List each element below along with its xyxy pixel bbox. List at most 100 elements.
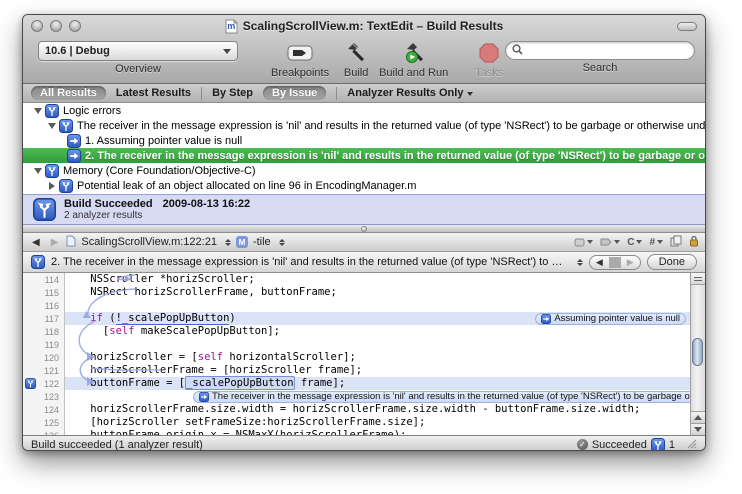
filter-all-results[interactable]: All Results bbox=[31, 86, 106, 100]
tasks-button[interactable]: Tasks bbox=[474, 41, 504, 79]
code-line-120: 120 horizScroller = [self horizontalScro… bbox=[23, 351, 690, 364]
split-view-button[interactable] bbox=[691, 273, 705, 285]
message-stepper-icon[interactable] bbox=[577, 259, 583, 266]
history-back-button[interactable]: ◀ bbox=[29, 237, 43, 248]
desktop-canvas: m ScalingScrollView.m: TextEdit – Build … bbox=[0, 0, 742, 494]
search-field[interactable] bbox=[505, 41, 695, 60]
build-and-run-button[interactable]: Build and Run bbox=[379, 41, 448, 79]
toolbar-toggle-button[interactable] bbox=[677, 22, 697, 31]
scroll-up-button[interactable] bbox=[691, 411, 706, 423]
bookmarks-menu-button[interactable] bbox=[574, 238, 593, 247]
result-step-2-selected[interactable]: 2. The receiver in the message expressio… bbox=[23, 148, 705, 163]
hammer-run-icon bbox=[399, 41, 429, 65]
resize-grip[interactable] bbox=[685, 437, 697, 451]
line-number[interactable]: 115 bbox=[23, 286, 65, 299]
result-issue-receiver-nil[interactable]: The receiver in the message expression i… bbox=[23, 118, 705, 133]
filter-by-step[interactable]: By Step bbox=[212, 87, 253, 99]
line-number[interactable]: 125 bbox=[23, 416, 65, 429]
code-line-115: 115 NSRect horizScrollerFrame, buttonFra… bbox=[23, 286, 690, 299]
scrollbar-thumb[interactable] bbox=[692, 338, 703, 366]
triangle-up-icon bbox=[694, 415, 702, 420]
analyzer-gutter-icon[interactable] bbox=[25, 378, 36, 389]
status-message: Build succeeded (1 analyzer result) bbox=[31, 439, 203, 451]
line-number[interactable]: 118 bbox=[23, 325, 65, 338]
annotation-bubble-assume-null[interactable]: Assuming pointer value is null bbox=[535, 313, 686, 325]
scrollbar-track[interactable] bbox=[691, 285, 706, 411]
file-popup[interactable]: ScalingScrollView.m:122:21 bbox=[81, 236, 217, 248]
filter-analyzer-only[interactable]: Analyzer Results Only bbox=[347, 87, 473, 99]
disclosure-closed-icon[interactable] bbox=[49, 182, 55, 190]
line-number[interactable]: 117 bbox=[23, 312, 65, 325]
analyzer-icon[interactable] bbox=[651, 438, 665, 452]
chevron-down-icon bbox=[657, 240, 663, 244]
result-group-logic-errors[interactable]: Logic errors bbox=[23, 103, 705, 118]
pane-splitter[interactable] bbox=[23, 225, 705, 233]
file-icon bbox=[66, 235, 76, 250]
method-popup[interactable]: -tile bbox=[253, 236, 271, 248]
close-button[interactable] bbox=[31, 20, 43, 32]
toolbar: 10.6 | Debug Overview Breakpoints Build bbox=[23, 37, 705, 83]
history-forward-button[interactable]: ▶ bbox=[48, 237, 62, 248]
step-arrow-icon bbox=[199, 392, 209, 402]
annotation-bubble-receiver-nil[interactable]: The receiver in the message expression i… bbox=[193, 391, 690, 403]
line-number[interactable]: 116 bbox=[23, 299, 65, 312]
search-input[interactable] bbox=[527, 45, 677, 57]
disclosure-open-icon[interactable] bbox=[48, 123, 56, 129]
titlebar[interactable]: m ScalingScrollView.m: TextEdit – Build … bbox=[23, 15, 705, 37]
filter-separator bbox=[201, 87, 202, 100]
build-and-run-label: Build and Run bbox=[379, 67, 448, 79]
marker-menu-button[interactable]: # bbox=[649, 237, 663, 248]
minimize-button[interactable] bbox=[50, 20, 62, 32]
window-title-group: m ScalingScrollView.m: TextEdit – Build … bbox=[23, 19, 705, 34]
editor-vertical-scrollbar bbox=[690, 273, 705, 435]
result-issue-potential-leak[interactable]: Potential leak of an object allocated on… bbox=[23, 178, 705, 193]
result-step-1[interactable]: 1. Assuming pointer value is null bbox=[23, 133, 705, 148]
disclosure-open-icon[interactable] bbox=[34, 168, 42, 174]
next-issue-button[interactable]: ▶ bbox=[621, 257, 640, 268]
banner-title: Build Succeeded bbox=[64, 198, 153, 210]
breakpoints-button[interactable]: Breakpoints bbox=[271, 41, 329, 79]
build-label: Build bbox=[344, 67, 368, 79]
line-number[interactable]: 120 bbox=[23, 351, 65, 364]
build-status-banner[interactable]: Build Succeeded2009-08-13 16:22 2 analyz… bbox=[23, 194, 705, 225]
succeeded-check-icon: ✓ bbox=[577, 439, 588, 450]
banner-subtitle: 2 analyzer results bbox=[64, 210, 250, 221]
succeeded-label[interactable]: Succeeded bbox=[592, 439, 647, 451]
lock-icon[interactable] bbox=[689, 235, 699, 250]
line-number[interactable]: 119 bbox=[23, 338, 65, 351]
code-line-122: 122 buttonFrame = [_scalePopUpButton fra… bbox=[23, 377, 690, 390]
overview-popup[interactable]: 10.6 | Debug bbox=[38, 41, 238, 61]
popup-arrow-icon bbox=[223, 49, 231, 54]
chevron-down-icon bbox=[467, 92, 473, 96]
triangle-down-icon bbox=[694, 427, 702, 432]
chevron-down-icon bbox=[636, 240, 642, 244]
analyzer-icon bbox=[33, 198, 56, 221]
counterpart-button[interactable] bbox=[670, 235, 682, 250]
previous-issue-button[interactable]: ◀ bbox=[590, 257, 609, 268]
done-button[interactable]: Done bbox=[647, 254, 697, 270]
analyzer-icon bbox=[45, 104, 59, 118]
build-button[interactable]: Build bbox=[341, 41, 371, 79]
filter-by-issue[interactable]: By Issue bbox=[263, 86, 326, 100]
line-number[interactable]: 121 bbox=[23, 364, 65, 377]
class-menu-button[interactable]: C bbox=[627, 237, 642, 248]
line-number[interactable]: 123 bbox=[23, 390, 65, 403]
code-view[interactable]: 114 NSScroller *horizScroller; 115 NSRec… bbox=[23, 273, 690, 435]
scheme-group: 10.6 | Debug Overview bbox=[33, 41, 243, 75]
line-number[interactable]: 126 bbox=[23, 429, 65, 435]
disclosure-open-icon[interactable] bbox=[34, 108, 42, 114]
result-group-memory[interactable]: Memory (Core Foundation/Objective-C) bbox=[23, 163, 705, 178]
search-icon bbox=[512, 42, 523, 60]
breakpoints-menu-button[interactable] bbox=[600, 238, 620, 246]
filter-latest-results[interactable]: Latest Results bbox=[116, 87, 191, 99]
capsule-divider bbox=[609, 257, 621, 268]
scroll-down-button[interactable] bbox=[691, 423, 706, 435]
search-group: Search bbox=[505, 41, 695, 74]
line-number[interactable]: 114 bbox=[23, 273, 65, 286]
analyzer-count[interactable]: 1 bbox=[669, 439, 675, 451]
splitter-grip-icon bbox=[361, 226, 367, 232]
zoom-button[interactable] bbox=[69, 20, 81, 32]
line-number[interactable]: 124 bbox=[23, 403, 65, 416]
code-line-123: 123 The receiver in the message expressi… bbox=[23, 390, 690, 403]
file-popup-stepper-icon bbox=[225, 239, 231, 246]
